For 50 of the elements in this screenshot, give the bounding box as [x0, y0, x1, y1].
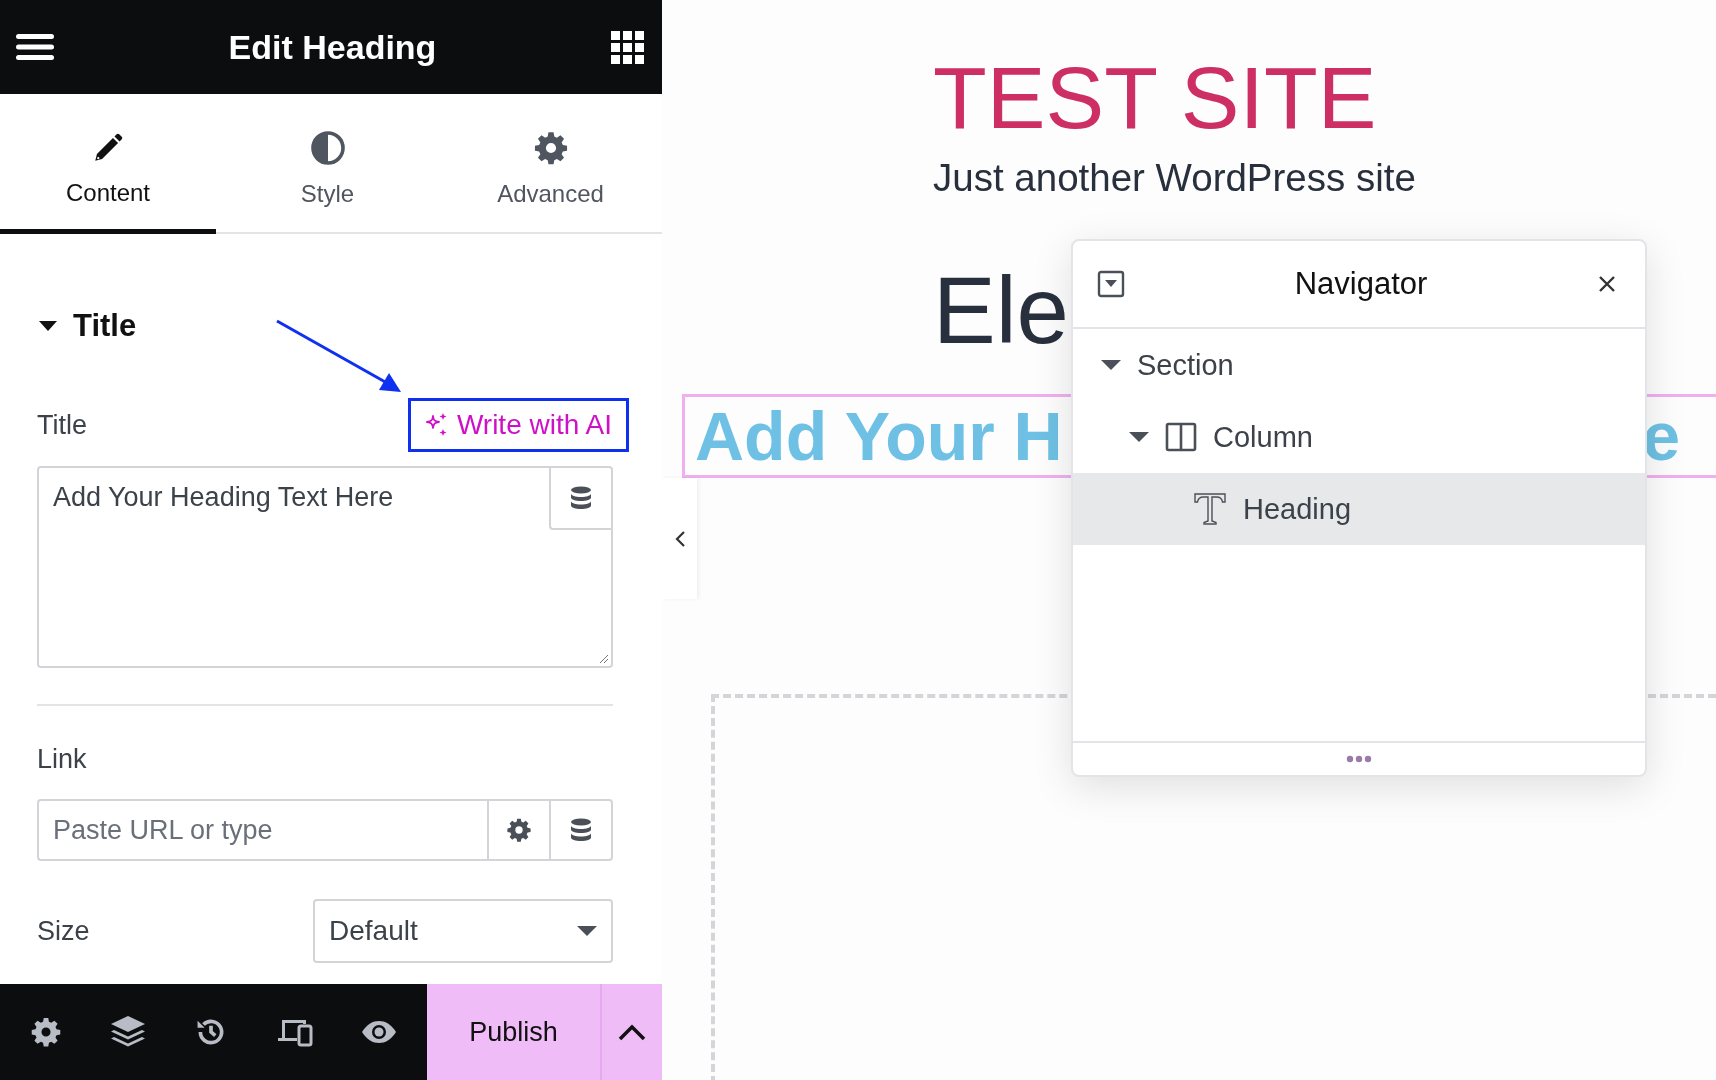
caret-icon — [577, 925, 597, 937]
gear-icon — [506, 817, 532, 843]
navigator-item[interactable]: Heading — [1073, 473, 1645, 545]
site-tagline: Just another WordPress site — [933, 156, 1416, 201]
url-input[interactable]: Paste URL or type — [37, 799, 487, 861]
panel-title: Edit Heading — [228, 27, 437, 67]
navigator-item-label: Column — [1213, 420, 1313, 454]
chevron-left-icon — [673, 529, 686, 548]
site-title[interactable]: TEST SITE — [933, 52, 1377, 145]
database-icon — [570, 818, 592, 842]
caret-icon[interactable] — [1129, 431, 1149, 443]
navigator-title: Navigator — [1294, 266, 1428, 302]
dynamic-tags-button[interactable] — [549, 799, 613, 861]
navigator-item-label: Heading — [1243, 492, 1352, 526]
publish-options-button[interactable] — [600, 984, 662, 1080]
eye-icon[interactable] — [360, 1020, 397, 1044]
navigator-item[interactable]: Column — [1073, 401, 1645, 473]
menu-icon[interactable] — [16, 33, 54, 61]
close-icon[interactable] — [1597, 274, 1617, 294]
columns-icon — [1165, 422, 1197, 452]
page-title: Ele — [933, 264, 1069, 359]
navigator-item[interactable]: Section — [1073, 329, 1645, 401]
contrast-icon — [309, 129, 346, 166]
heading-text: Add Your H — [695, 402, 1063, 471]
field-label: Link — [37, 744, 88, 775]
settings-icon[interactable] — [30, 1016, 63, 1048]
publish-button[interactable]: Publish — [427, 984, 600, 1080]
gear-icon — [532, 129, 569, 166]
chevron-up-icon — [618, 1023, 646, 1041]
text-t-icon — [1193, 492, 1227, 526]
dynamic-tags-button[interactable] — [549, 468, 611, 530]
navigator-item-label: Section — [1137, 348, 1234, 382]
section-toggle[interactable]: Title — [39, 308, 613, 344]
resize-handle-icon[interactable] — [1346, 755, 1372, 763]
layers-icon[interactable] — [110, 1015, 147, 1049]
tab[interactable]: Advanced — [439, 94, 662, 234]
heading-text-area[interactable]: Add Your Heading Text Here — [37, 466, 613, 668]
size-dropdown[interactable]: Default — [313, 899, 613, 963]
caret-icon[interactable] — [1101, 359, 1121, 371]
link-options-button[interactable] — [487, 799, 549, 861]
write-with-ai-button[interactable]: Write with AI — [407, 398, 629, 452]
database-icon — [570, 486, 592, 510]
resize-handle-icon[interactable] — [599, 654, 609, 664]
heading-text: e — [1642, 402, 1680, 471]
tab[interactable]: Content — [0, 94, 216, 234]
tab[interactable]: Style — [216, 94, 439, 234]
field-label: Size — [37, 915, 90, 947]
field-label: Title — [37, 409, 87, 441]
collapse-icon[interactable] — [1097, 270, 1125, 298]
grid-icon[interactable] — [611, 30, 644, 64]
